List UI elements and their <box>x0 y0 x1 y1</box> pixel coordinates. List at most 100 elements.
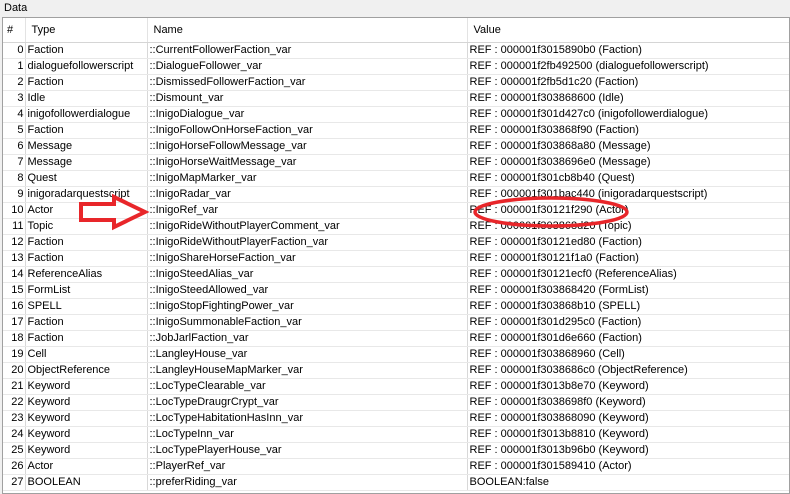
row-value: REF : 000001f301d6e660 (Faction) <box>467 330 789 347</box>
row-value: REF : 000001f303868d20 (Topic) <box>467 218 789 235</box>
row-type: Keyword <box>25 426 148 443</box>
row-num: 12 <box>3 234 26 251</box>
table-row[interactable]: 6 Message::InigoHorseFollowMessage_var REF… <box>3 138 789 155</box>
row-name: ::InigoHorseWaitMessage_var <box>147 154 468 171</box>
row-name: ::InigoRef_var <box>147 202 468 219</box>
row-type: ObjectReference <box>25 362 148 379</box>
row-name: ::InigoSteedAllowed_var <box>147 282 468 299</box>
row-type: Keyword <box>25 410 148 427</box>
row-name: ::LocTypeInn_var <box>147 426 468 443</box>
row-name: ::preferRiding_var <box>147 474 468 491</box>
row-value: REF : 000001f2fb5d1c20 (Faction) <box>467 74 789 91</box>
panel-title: Data <box>4 2 28 14</box>
table-row[interactable]: 11 Topic::InigoRideWithoutPlayerComment_v… <box>3 218 789 235</box>
row-name: ::InigoRadar_var <box>147 186 468 203</box>
table-row[interactable]: 16 SPELL::InigoStopFightingPower_var REF :… <box>3 298 789 315</box>
row-name: ::DismissedFollowerFaction_var <box>147 74 468 91</box>
column-header-num[interactable]: # <box>3 18 26 43</box>
row-num: 26 <box>3 458 26 475</box>
table-row[interactable]: 10 Actor::InigoRef_var REF : 000001f30121f… <box>3 202 789 219</box>
table-row[interactable]: 18 Faction::JobJarlFaction_var REF : 00000… <box>3 330 789 347</box>
row-name: ::InigoMapMarker_var <box>147 170 468 187</box>
table-row[interactable]: 24 Keyword::LocTypeInn_var REF : 000001f30… <box>3 426 789 443</box>
table-row[interactable]: 26 Actor::PlayerRef_var REF : 000001f30158… <box>3 458 789 475</box>
table-row[interactable]: 20 ObjectReference::LangleyHouseMapMarker… <box>3 362 789 379</box>
row-num: 27 <box>3 474 26 491</box>
column-header-value[interactable]: Value <box>467 18 789 43</box>
row-name: ::InigoFollowOnHorseFaction_var <box>147 122 468 139</box>
row-value: REF : 000001f3013b8e70 (Keyword) <box>467 378 789 395</box>
row-type: dialoguefollowerscript <box>25 58 148 75</box>
row-value: REF : 000001f301d295c0 (Faction) <box>467 314 789 331</box>
row-value: REF : 000001f301d427c0 (inigofollowerdia… <box>467 106 789 123</box>
row-value: REF : 000001f30121f1a0 (Faction) <box>467 250 789 267</box>
table-row[interactable]: 21 Keyword::LocTypeClearable_var REF : 000… <box>3 378 789 395</box>
row-value: REF : 000001f303868420 (FormList) <box>467 282 789 299</box>
table-row[interactable]: 4 inigofollowerdialogue::InigoDialogue_va… <box>3 106 789 123</box>
row-num: 1 <box>3 58 26 75</box>
table-row[interactable]: 9 inigoradarquestscript::InigoRadar_var RE… <box>3 186 789 203</box>
row-type: Faction <box>25 122 148 139</box>
row-name: ::LocTypeDraugrCrypt_var <box>147 394 468 411</box>
row-value: REF : 000001f303868a80 (Message) <box>467 138 789 155</box>
row-value: REF : 000001f3038698f0 (Keyword) <box>467 394 789 411</box>
table-row[interactable]: 15 FormList::InigoSteedAllowed_var REF : 0… <box>3 282 789 299</box>
row-value: REF : 000001f303868f90 (Faction) <box>467 122 789 139</box>
table-row[interactable]: 27 BOOLEAN::preferRiding_var BOOLEAN:false <box>3 474 789 491</box>
row-type: inigofollowerdialogue <box>25 106 148 123</box>
row-type: inigoradarquestscript <box>25 186 148 203</box>
row-type: Message <box>25 138 148 155</box>
column-header-type[interactable]: Type <box>25 18 148 43</box>
row-type: Quest <box>25 170 148 187</box>
data-table: # Type Name Value 0 Faction::CurrentFollo… <box>3 18 789 491</box>
row-name: ::InigoStopFightingPower_var <box>147 298 468 315</box>
table-row[interactable]: 5 Faction::InigoFollowOnHorseFaction_var R… <box>3 122 789 139</box>
row-type: Actor <box>25 202 148 219</box>
table-row[interactable]: 25 Keyword::LocTypePlayerHouse_var REF : 0… <box>3 442 789 459</box>
row-value: REF : 000001f301bac440 (inigoradarquests… <box>467 186 789 203</box>
row-type: Cell <box>25 346 148 363</box>
row-name: ::LocTypeHabitationHasInn_var <box>147 410 468 427</box>
table-row[interactable]: 1 dialoguefollowerscript::DialogueFollowe… <box>3 58 789 75</box>
row-value: REF : 000001f301589410 (Actor) <box>467 458 789 475</box>
table-row[interactable]: 14 ReferenceAlias::InigoSteedAlias_var REF… <box>3 266 789 283</box>
row-num: 13 <box>3 250 26 267</box>
row-name: ::InigoSteedAlias_var <box>147 266 468 283</box>
row-num: 19 <box>3 346 26 363</box>
row-name: ::LangleyHouse_var <box>147 346 468 363</box>
row-name: ::InigoHorseFollowMessage_var <box>147 138 468 155</box>
table-row[interactable]: 17 Faction::InigoSummonableFaction_var REF… <box>3 314 789 331</box>
row-name: ::PlayerRef_var <box>147 458 468 475</box>
row-type: Keyword <box>25 442 148 459</box>
row-type: Faction <box>25 74 148 91</box>
row-num: 10 <box>3 202 26 219</box>
table-row[interactable]: 22 Keyword::LocTypeDraugrCrypt_var REF : 0… <box>3 394 789 411</box>
column-header-name[interactable]: Name <box>147 18 468 43</box>
row-value: BOOLEAN:false <box>467 474 789 491</box>
row-name: ::InigoRideWithoutPlayerComment_var <box>147 218 468 235</box>
row-num: 14 <box>3 266 26 283</box>
table-row[interactable]: 0 Faction::CurrentFollowerFaction_var REF … <box>3 42 789 59</box>
row-value: REF : 000001f30121f290 (Actor) <box>467 202 789 219</box>
table-row[interactable]: 13 Faction::InigoShareHorseFaction_var REF… <box>3 250 789 267</box>
table-row[interactable]: 3 Idle::Dismount_var REF : 000001f30386860… <box>3 90 789 107</box>
table-row[interactable]: 2 Faction::DismissedFollowerFaction_var RE… <box>3 74 789 91</box>
row-type: ReferenceAlias <box>25 266 148 283</box>
table-row[interactable]: 19 Cell::LangleyHouse_var REF : 000001f303… <box>3 346 789 363</box>
row-type: Faction <box>25 250 148 267</box>
row-num: 22 <box>3 394 26 411</box>
row-name: ::Dismount_var <box>147 90 468 107</box>
row-num: 23 <box>3 410 26 427</box>
row-num: 7 <box>3 154 26 171</box>
table-row[interactable]: 8 Quest::InigoMapMarker_var REF : 000001f3… <box>3 170 789 187</box>
table-row[interactable]: 7 Message::InigoHorseWaitMessage_var REF :… <box>3 154 789 171</box>
row-value: REF : 000001f3038686c0 (ObjectReference) <box>467 362 789 379</box>
row-name: ::InigoRideWithoutPlayerFaction_var <box>147 234 468 251</box>
table-row[interactable]: 12 Faction::InigoRideWithoutPlayerFaction… <box>3 234 789 251</box>
row-name: ::LocTypePlayerHouse_var <box>147 442 468 459</box>
row-type: Faction <box>25 42 148 59</box>
row-value: REF : 000001f303868600 (Idle) <box>467 90 789 107</box>
row-value: REF : 000001f3013b8810 (Keyword) <box>467 426 789 443</box>
table-row[interactable]: 23 Keyword::LocTypeHabitationHasInn_var RE… <box>3 410 789 427</box>
row-type: Topic <box>25 218 148 235</box>
